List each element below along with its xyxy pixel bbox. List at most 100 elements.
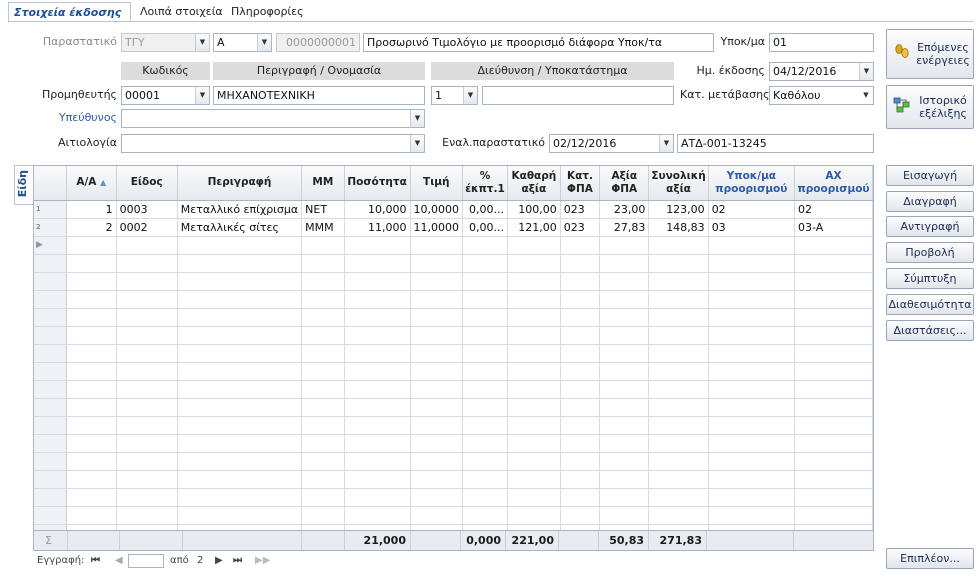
- cell-price[interactable]: 10,0000: [410, 200, 464, 219]
- tab-items-vertical[interactable]: Είδη: [14, 165, 33, 205]
- empty-row: [34, 290, 873, 309]
- cell-unit[interactable]: ΜΜΜ: [301, 218, 345, 237]
- branch-select[interactable]: 1 ▼: [431, 86, 478, 105]
- cell-total-value[interactable]: 148,83: [648, 218, 709, 237]
- description-field[interactable]: Προσωρινό Τιμολόγιο με προορισμό διάφορα…: [363, 33, 714, 52]
- cell-net-value[interactable]: 121,00: [507, 218, 561, 237]
- tab-info[interactable]: Πληροφορίες: [226, 2, 309, 22]
- col-header-discount[interactable]: % έκπτ.1: [462, 166, 508, 201]
- col-header-description[interactable]: Περιγραφή: [177, 166, 303, 201]
- next-actions-button[interactable]: Επόμενες ενέργειες: [886, 29, 974, 79]
- col-header-net-value[interactable]: Καθαρή αξία: [507, 166, 561, 201]
- number-field[interactable]: 0000000001: [276, 33, 360, 52]
- dimensions-button[interactable]: Διαστάσεις...: [886, 320, 974, 341]
- alt-doc-date-field[interactable]: 02/12/2016 ▼: [549, 134, 674, 153]
- previous-record-icon[interactable]: ◀: [115, 552, 123, 570]
- new-row[interactable]: ▶: [34, 236, 873, 255]
- col-header-price[interactable]: Τιμή: [410, 166, 464, 201]
- chevron-down-icon[interactable]: ▼: [195, 87, 209, 104]
- cell-price[interactable]: 11,0000: [410, 218, 464, 237]
- cell-dest-branch[interactable]: 03: [708, 218, 796, 237]
- row-indicator[interactable]: 2: [34, 218, 67, 237]
- chevron-down-icon[interactable]: ▼: [659, 135, 673, 152]
- empty-row: [34, 488, 873, 507]
- cell-aa[interactable]: 1: [66, 200, 117, 219]
- totals-row: Σ 21,000 0,000 221,00 50,83 271,83: [34, 530, 873, 550]
- cell-vat-category[interactable]: 023: [560, 218, 601, 237]
- view-button[interactable]: Προβολή: [886, 242, 974, 263]
- col-header-item[interactable]: Είδος: [116, 166, 178, 201]
- col-header-aa[interactable]: Α/Α ▲: [66, 166, 117, 201]
- sigma-icon: Σ: [34, 531, 68, 550]
- next-record-icon[interactable]: ▶: [215, 552, 223, 570]
- cell-discount[interactable]: 0,00...: [462, 200, 508, 219]
- cell-net-value[interactable]: 100,00: [507, 200, 561, 219]
- col-header-dest-warehouse[interactable]: ΑΧ προορισμού: [794, 166, 873, 201]
- empty-row: [34, 452, 873, 471]
- col-header-vat-category[interactable]: Κατ. ΦΠΑ: [560, 166, 601, 201]
- collapse-button[interactable]: Σύμπτυξη: [886, 268, 974, 289]
- letter-select[interactable]: Α ▼: [213, 33, 272, 52]
- supplier-code-field[interactable]: 00001 ▼: [121, 86, 210, 105]
- copy-button[interactable]: Αντιγραφή: [886, 216, 974, 237]
- chevron-down-icon[interactable]: ▼: [257, 34, 271, 51]
- issue-date-field[interactable]: 04/12/2016 ▼: [769, 62, 874, 81]
- cell-quantity[interactable]: 11,000: [344, 218, 411, 237]
- cell-total-value[interactable]: 123,00: [648, 200, 709, 219]
- alt-doc-number-field[interactable]: ΑΤΔ-001-13245: [677, 134, 874, 153]
- insert-button[interactable]: Εισαγωγή: [886, 165, 974, 186]
- new-row-indicator[interactable]: ▶: [34, 236, 67, 255]
- chevron-down-icon[interactable]: ▼: [410, 110, 424, 127]
- first-record-icon[interactable]: ⏮: [91, 552, 100, 570]
- cell-description[interactable]: Μεταλλικές σίτες: [177, 218, 303, 237]
- delete-button[interactable]: Διαγραφή: [886, 191, 974, 212]
- chevron-down-icon[interactable]: ▼: [410, 135, 424, 152]
- responsible-label[interactable]: Υπεύθυνος: [20, 109, 117, 127]
- last-record-icon[interactable]: ⏭: [233, 552, 242, 570]
- col-header-vat-value[interactable]: Αξία ΦΠΑ: [599, 166, 650, 201]
- table-row[interactable]: 1 1 0003 Μεταλλικό επίχρισμα ΝΕΤ 10,000 …: [34, 200, 873, 219]
- empty-row: [34, 434, 873, 453]
- cell-dest-branch[interactable]: 02: [708, 200, 796, 219]
- ypok-field[interactable]: 01: [769, 33, 874, 52]
- history-button[interactable]: Ιστορικό εξέλιξης: [886, 85, 974, 129]
- chevron-down-icon[interactable]: ▼: [195, 34, 209, 51]
- cell-quantity[interactable]: 10,000: [344, 200, 411, 219]
- grid-header-row: Α/Α ▲ Είδος Περιγραφή ΜΜ Ποσότητα Τιμή %…: [34, 166, 873, 201]
- cell-dest-warehouse[interactable]: 03-A: [794, 218, 873, 237]
- col-header-quantity[interactable]: Ποσότητα: [344, 166, 411, 201]
- col-header-dest-branch[interactable]: Υποκ/μα προορισμού: [708, 166, 796, 201]
- cell-dest-warehouse[interactable]: 02: [794, 200, 873, 219]
- supplier-name-field[interactable]: ΜΗΧΑΝΟΤΕΧΝΙΚΗ: [213, 86, 425, 105]
- cell-vat-value[interactable]: 27,83: [599, 218, 650, 237]
- issue-date-label: Ημ. έκδοσης: [696, 64, 765, 77]
- cell-description[interactable]: Μεταλλικό επίχρισμα: [177, 200, 303, 219]
- record-number-input[interactable]: [128, 554, 164, 568]
- branch-description-field[interactable]: [482, 86, 674, 105]
- cell-discount[interactable]: 0,00...: [462, 218, 508, 237]
- cell-vat-value[interactable]: 23,00: [599, 200, 650, 219]
- more-button[interactable]: Επιπλέον...: [886, 548, 974, 569]
- cell-vat-category[interactable]: 023: [560, 200, 601, 219]
- col-header-total-value[interactable]: Συνολική αξία: [648, 166, 709, 201]
- series-select[interactable]: ΤΓΥ ▼: [121, 33, 210, 52]
- chevron-down-icon[interactable]: ▼: [859, 87, 873, 104]
- tab-issue-details[interactable]: Στοιχεία έκδοσης: [8, 2, 131, 23]
- responsible-select[interactable]: ▼: [121, 109, 425, 128]
- col-header-unit[interactable]: ΜΜ: [301, 166, 345, 201]
- row-indicator[interactable]: 1: [34, 200, 67, 219]
- chevron-down-icon[interactable]: ▼: [859, 63, 873, 80]
- add-record-icon[interactable]: ▶▶: [255, 552, 270, 570]
- reason-select[interactable]: ▼: [121, 134, 425, 153]
- chevron-down-icon[interactable]: ▼: [463, 87, 477, 104]
- empty-row: [34, 326, 873, 345]
- cell-aa[interactable]: 2: [66, 218, 117, 237]
- tab-other-details[interactable]: Λοιπά στοιχεία: [135, 2, 228, 22]
- availability-button[interactable]: Διαθεσιμότητα: [886, 294, 974, 315]
- table-row[interactable]: 2 2 0002 Μεταλλικές σίτες ΜΜΜ 11,000 11,…: [34, 218, 873, 237]
- cell-unit[interactable]: ΝΕΤ: [301, 200, 345, 219]
- transition-select[interactable]: Καθόλου ▼: [769, 86, 874, 105]
- cell-item[interactable]: 0003: [116, 200, 178, 219]
- cell-item[interactable]: 0002: [116, 218, 178, 237]
- items-grid: Α/Α ▲ Είδος Περιγραφή ΜΜ Ποσότητα Τιμή %…: [33, 165, 874, 551]
